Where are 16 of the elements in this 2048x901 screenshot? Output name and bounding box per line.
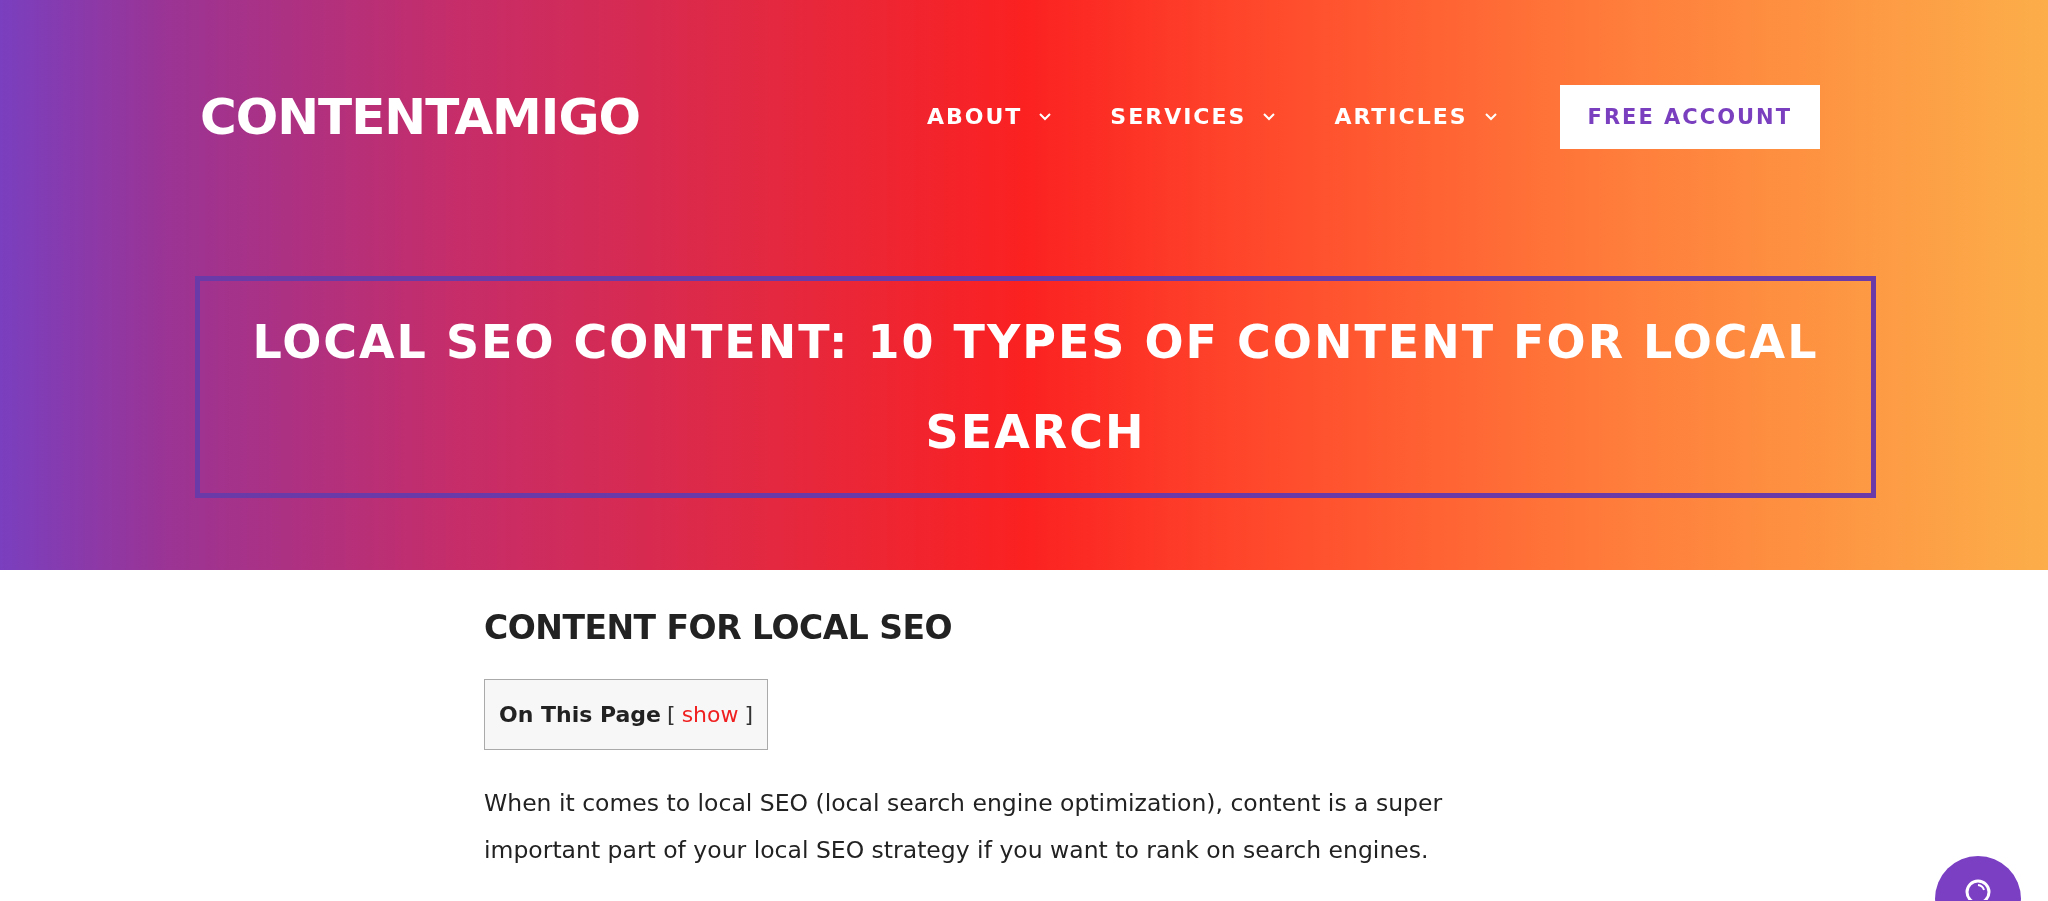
page-title: LOCAL SEO CONTENT: 10 TYPES OF CONTENT FOR LOCAL SEARCH	[251, 314, 1820, 461]
free-account-button[interactable]: FREE ACCOUNT	[1559, 84, 1820, 149]
site-logo[interactable]: CONTENTAMIGO	[200, 87, 640, 146]
section-heading: CONTENT FOR LOCAL SEO	[484, 608, 954, 647]
bracket: [	[667, 702, 676, 727]
nav-link[interactable]: SERVICES	[1110, 104, 1277, 129]
nav-link[interactable]: ARTICLES	[1334, 104, 1498, 129]
intro-paragraph: When it comes to local SEO (local search engine optimization), content is a super important part of your local SEO strategy if you want to rank on search engines.	[484, 788, 1444, 866]
chevron-down-icon	[1038, 112, 1053, 121]
nav-link[interactable]: ABOUT	[926, 104, 1053, 129]
chevron-down-icon	[1483, 112, 1498, 121]
chevron-down-icon	[1262, 112, 1277, 121]
toc-label: On This Page	[499, 702, 662, 727]
chat-icon	[1964, 878, 1992, 900]
bracket: ]	[744, 702, 754, 727]
show-link[interactable]: show	[681, 702, 739, 727]
